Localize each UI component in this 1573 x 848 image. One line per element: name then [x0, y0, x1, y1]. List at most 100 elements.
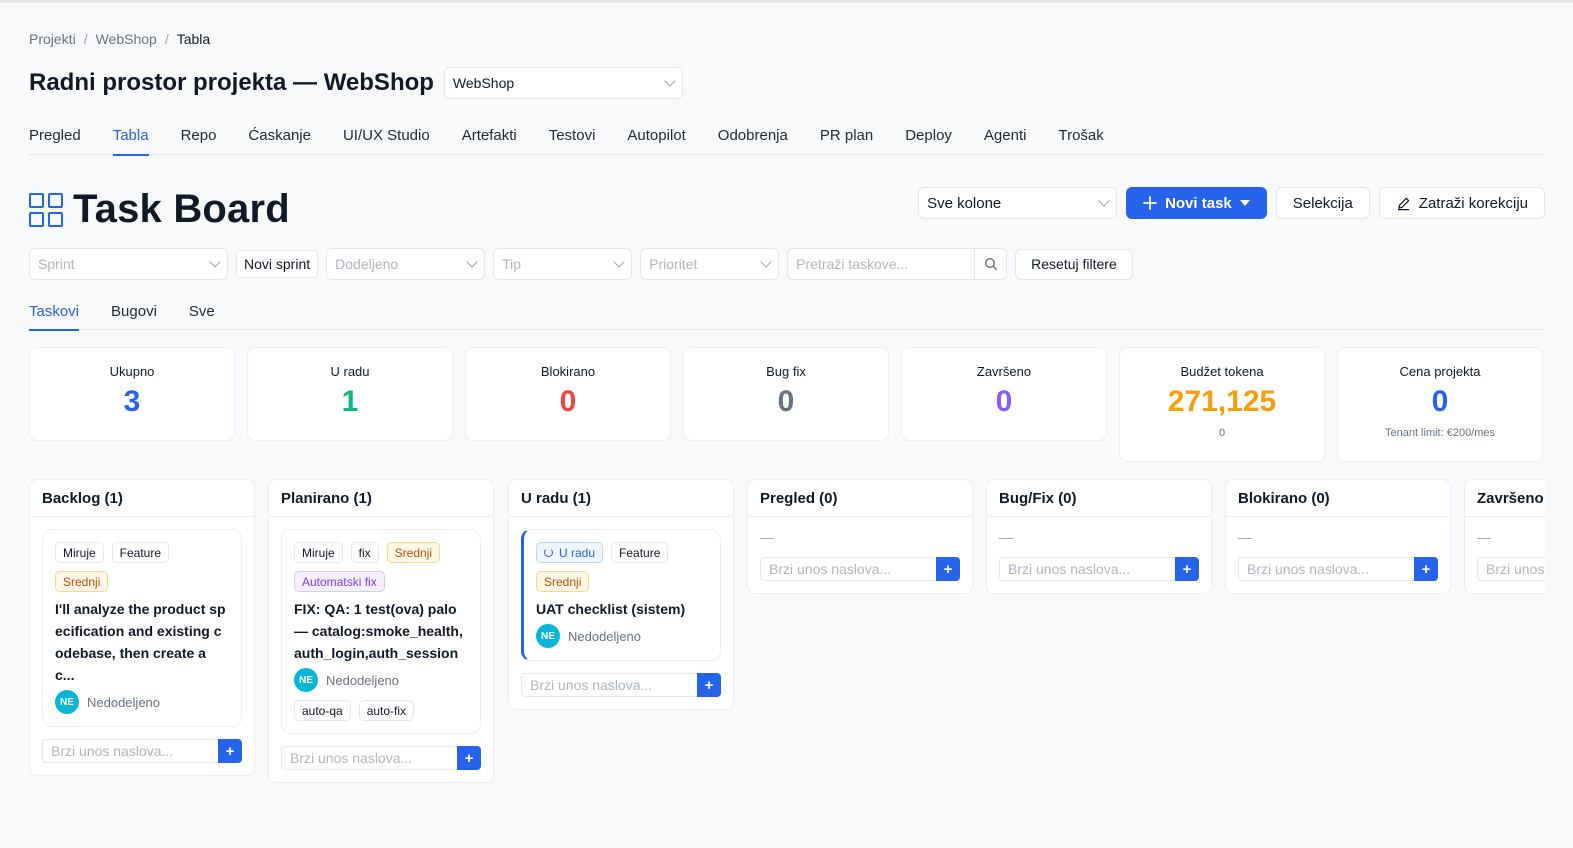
- sprint-select-placeholder: Sprint: [38, 256, 75, 272]
- quick-add-button[interactable]: +: [457, 746, 481, 770]
- quick-add-button[interactable]: +: [1175, 557, 1199, 581]
- tab-chat[interactable]: Ćaskanje: [248, 125, 311, 155]
- quick-add-button[interactable]: +: [1414, 557, 1438, 581]
- chevron-down-icon: [664, 75, 676, 87]
- spinner-icon: [544, 548, 553, 557]
- quick-add-input[interactable]: Brzi unos naslova...: [42, 739, 218, 763]
- column-title: Planirano (1): [269, 480, 493, 517]
- empty-marker: —: [999, 529, 1013, 545]
- sprint-select[interactable]: Sprint: [29, 248, 228, 280]
- type-badge: Feature: [111, 542, 170, 563]
- task-search-input[interactable]: Pretraži taskove...: [788, 249, 974, 279]
- label-chip: auto-qa: [294, 700, 351, 721]
- quick-add-input[interactable]: Brzi unos naslova...: [1238, 557, 1414, 581]
- breadcrumb-webshop[interactable]: WebShop: [96, 31, 157, 47]
- reset-filters-button[interactable]: Resetuj filtere: [1015, 248, 1133, 280]
- project-nav-tabs: Pregled Tabla Repo Ćaskanje UI/UX Studio…: [29, 125, 1545, 156]
- avatar: NE: [294, 668, 318, 692]
- assigned-select[interactable]: Dodeljeno: [326, 248, 486, 280]
- column-title: Blokirano (0): [1226, 480, 1450, 517]
- quick-add-input[interactable]: Brzi unos naslova...: [281, 746, 457, 770]
- avatar: NE: [55, 690, 79, 714]
- task-card[interactable]: Miruje fix Srednji Automatski fix FIX: Q…: [281, 529, 481, 734]
- task-card[interactable]: Miruje Feature Srednji I'll analyze the …: [42, 529, 242, 727]
- search-icon[interactable]: [974, 249, 1006, 279]
- assignee-name: Nedodeljeno: [568, 628, 642, 644]
- tab-autopilot[interactable]: Autopilot: [627, 125, 685, 155]
- priority-badge: Srednji: [55, 571, 109, 592]
- quick-add: Brzi unos naslova... +: [281, 746, 481, 770]
- tab-agents[interactable]: Agenti: [984, 125, 1027, 155]
- tab-all[interactable]: Sve: [189, 301, 215, 330]
- board-title: Task Board: [73, 187, 290, 231]
- tab-pr-plan[interactable]: PR plan: [820, 125, 873, 155]
- quick-add-button[interactable]: +: [936, 557, 960, 581]
- stat-label: Blokirano: [540, 364, 596, 379]
- breadcrumb-separator: /: [164, 31, 169, 47]
- tab-overview[interactable]: Pregled: [29, 125, 81, 155]
- task-card[interactable]: U radu Feature Srednji UAT checklist (si…: [521, 529, 721, 661]
- task-title: FIX: QA: 1 test(ova) palo — catalog:smok…: [294, 601, 463, 661]
- type-select[interactable]: Tip: [493, 248, 633, 280]
- avatar: NE: [536, 624, 560, 648]
- quick-add: Brzi unos naslova... +: [760, 557, 960, 581]
- status-badge-label: U radu: [559, 545, 596, 560]
- column-select[interactable]: Sve kolone: [918, 187, 1118, 219]
- pencil-icon: [1397, 197, 1410, 210]
- quick-add-input[interactable]: Brzi unos naslova...: [999, 557, 1175, 581]
- tab-cost[interactable]: Trošak: [1058, 125, 1103, 155]
- page-title: Radni prostor projekta — WebShop: [29, 69, 434, 96]
- project-select[interactable]: WebShop: [443, 67, 683, 99]
- tab-repo[interactable]: Repo: [181, 125, 217, 155]
- stat-value: 271,125: [1167, 385, 1277, 418]
- tab-artifacts[interactable]: Artefakti: [462, 125, 517, 155]
- auto-fix-badge: Automatski fix: [294, 571, 385, 592]
- priority-badge: Srednji: [536, 571, 590, 592]
- type-select-placeholder: Tip: [502, 256, 522, 272]
- new-task-button[interactable]: Novi task: [1126, 187, 1267, 219]
- column-title: Pregled (0): [748, 480, 972, 517]
- quick-add-input[interactable]: Brzi unos naslova...: [521, 673, 697, 697]
- tab-board[interactable]: Tabla: [112, 125, 149, 156]
- stat-label: Ukupno: [109, 364, 155, 379]
- assignee-name: Nedodeljeno: [326, 672, 400, 688]
- stat-done: Završeno 0: [901, 347, 1107, 441]
- stat-value: 0: [995, 385, 1013, 418]
- tab-tasks[interactable]: Taskovi: [29, 301, 80, 331]
- breadcrumb-projects[interactable]: Projekti: [29, 31, 76, 47]
- stat-label: Budžet tokena: [1180, 364, 1264, 379]
- stat-label: Bug fix: [766, 364, 806, 379]
- quick-add: Brzi unos naslova... +: [1477, 557, 1545, 581]
- selection-button[interactable]: Selekcija: [1275, 187, 1370, 219]
- quick-add-input[interactable]: Brzi unos naslova...: [1477, 557, 1545, 581]
- column-review: Pregled (0) — Brzi unos naslova... +: [747, 479, 973, 594]
- task-title: I'll analyze the product specification a…: [55, 601, 226, 683]
- type-badge: fix: [350, 542, 379, 563]
- quick-add-button[interactable]: +: [697, 673, 721, 697]
- new-sprint-button[interactable]: Novi sprint: [236, 250, 319, 278]
- chevron-down-icon: [760, 256, 772, 268]
- tab-tests[interactable]: Testovi: [549, 125, 596, 155]
- stat-value: 3: [123, 385, 141, 418]
- stat-value: 0: [777, 385, 795, 418]
- tab-bugs[interactable]: Bugovi: [111, 301, 157, 330]
- quick-add: Brzi unos naslova... +: [999, 557, 1199, 581]
- tab-approvals[interactable]: Odobrenja: [718, 125, 788, 155]
- priority-select[interactable]: Prioritet: [640, 248, 780, 280]
- quick-add-button[interactable]: +: [218, 739, 242, 763]
- tab-deploy[interactable]: Deploy: [905, 125, 952, 155]
- task-search: Pretraži taskove...: [787, 248, 1008, 280]
- tab-uiux-studio[interactable]: UI/UX Studio: [343, 125, 430, 155]
- quick-add: Brzi unos naslova... +: [42, 739, 242, 763]
- task-title: UAT checklist (sistem): [536, 601, 686, 617]
- request-correction-button[interactable]: Zatraži korekciju: [1378, 187, 1545, 219]
- quick-add: Brzi unos naslova... +: [1238, 557, 1438, 581]
- kanban-columns: Backlog (1) Miruje Feature Srednji I'll …: [29, 479, 1545, 848]
- column-title: Backlog (1): [30, 480, 254, 517]
- quick-add-input[interactable]: Brzi unos naslova...: [760, 557, 936, 581]
- type-badge: Feature: [611, 542, 669, 563]
- empty-marker: —: [760, 529, 774, 545]
- column-select-value: Sve kolone: [927, 194, 1002, 212]
- stat-sub: 0: [1218, 427, 1226, 439]
- status-badge: Miruje: [55, 542, 104, 563]
